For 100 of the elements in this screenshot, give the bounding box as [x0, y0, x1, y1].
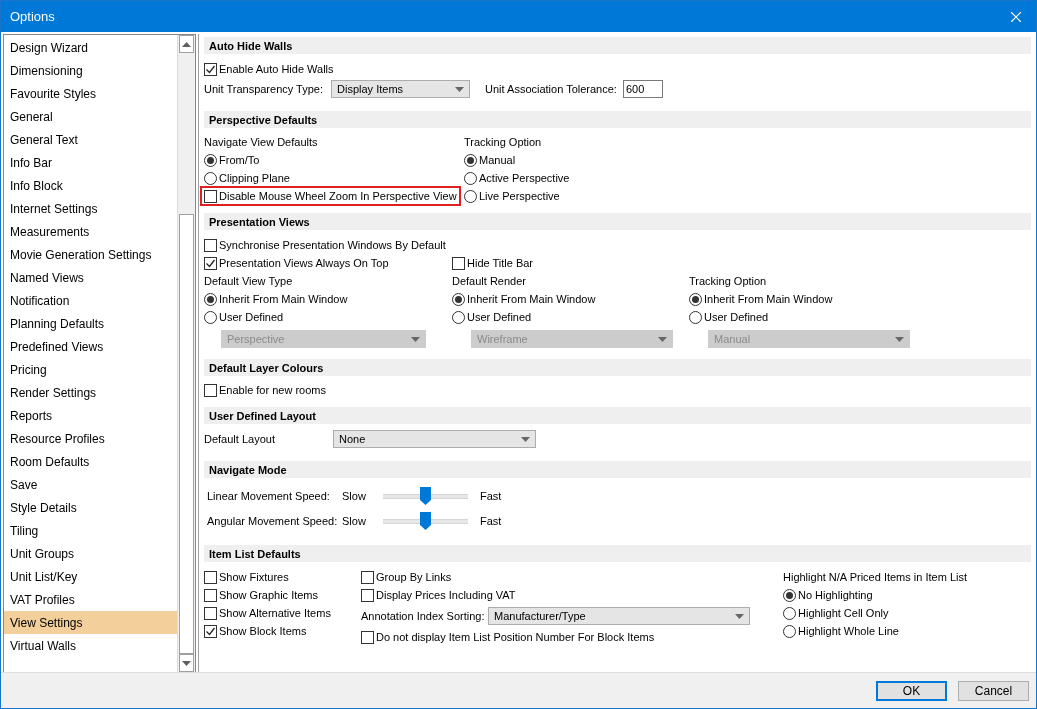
checkbox-label: Disable Mouse Wheel Zoom In Perspective View [219, 190, 457, 202]
slider-label: Linear Movement Speed: [207, 490, 331, 502]
field-label: Unit Association Tolerance: [485, 83, 617, 95]
checkbox[interactable] [204, 588, 217, 602]
section-header: Auto Hide Walls [204, 37, 1031, 54]
category-item[interactable]: Favourite Styles [4, 82, 177, 105]
slider-max-label: Fast [480, 515, 502, 527]
slider-max-label: Fast [480, 490, 502, 502]
cancel-button[interactable]: Cancel [958, 680, 1029, 701]
section-header: Item List Defaults [204, 545, 1031, 562]
group-heading: Navigate View Defaults [204, 136, 318, 148]
category-item[interactable]: Resource Profiles [4, 427, 177, 450]
scroll-down-icon[interactable] [179, 654, 194, 672]
category-item[interactable]: Virtual Walls [4, 634, 177, 657]
radio-label: User Defined [704, 311, 769, 323]
category-item[interactable]: Render Settings [4, 381, 177, 404]
category-item[interactable]: Save [4, 473, 177, 496]
radio-button[interactable] [204, 153, 217, 167]
category-item[interactable]: Unit Groups [4, 542, 177, 565]
scrollbar[interactable] [177, 35, 195, 672]
category-item[interactable]: Unit List/Key [4, 565, 177, 588]
radio-button[interactable] [204, 310, 217, 324]
category-item[interactable]: Predefined Views [4, 335, 177, 358]
category-item[interactable]: VAT Profiles [4, 588, 177, 611]
radio-button[interactable] [204, 171, 217, 185]
caret-icon [658, 336, 667, 342]
checkbox[interactable] [204, 570, 217, 584]
section-header: Navigate Mode [204, 461, 1031, 478]
caret-icon [455, 86, 465, 92]
checkbox[interactable] [204, 62, 217, 76]
caret-icon [895, 336, 904, 342]
category-item[interactable]: Pricing [4, 358, 177, 381]
checkbox[interactable] [204, 189, 217, 203]
caret-icon [735, 613, 744, 619]
category-item[interactable]: Internet Settings [4, 197, 177, 220]
dropdown[interactable]: Display Items [331, 80, 471, 98]
checkbox[interactable] [204, 238, 217, 252]
category-item[interactable]: Room Defaults [4, 450, 177, 473]
radio-button[interactable] [783, 606, 796, 620]
radio-button[interactable] [204, 292, 217, 306]
radio-button[interactable] [689, 310, 702, 324]
caret-icon [521, 436, 530, 442]
radio-button[interactable] [464, 171, 477, 185]
radio-label: Inherit From Main Window [219, 293, 348, 305]
category-item[interactable]: Movie Generation Settings [4, 243, 177, 266]
category-item[interactable]: Planning Defaults [4, 312, 177, 335]
checkbox[interactable] [204, 383, 217, 397]
checkbox[interactable] [361, 630, 374, 644]
field-label: Unit Transparency Type: [204, 83, 324, 95]
category-item[interactable]: Info Bar [4, 151, 177, 174]
category-item[interactable]: Dimensioning [4, 59, 177, 82]
radio-label: User Defined [467, 311, 532, 323]
slider-thumb[interactable] [419, 487, 431, 505]
radio-button[interactable] [464, 189, 477, 203]
checkbox[interactable] [361, 570, 374, 584]
slider-thumb[interactable] [419, 512, 431, 530]
checkbox[interactable] [452, 256, 465, 270]
category-item[interactable]: Measurements [4, 220, 177, 243]
radio-label: No Highlighting [798, 589, 873, 601]
radio-label: Manual [479, 154, 516, 166]
category-item[interactable]: General [4, 105, 177, 128]
radio-button[interactable] [452, 292, 465, 306]
category-item[interactable]: Info Block [4, 174, 177, 197]
section-header: Presentation Views [204, 213, 1031, 230]
slider-min-label: Slow [342, 490, 367, 502]
category-item[interactable]: Design Wizard [4, 36, 177, 59]
radio-button[interactable] [783, 588, 796, 602]
category-item[interactable]: Reports [4, 404, 177, 427]
input-field[interactable]: 600 [622, 80, 663, 98]
radio-button[interactable] [452, 310, 465, 324]
category-item[interactable]: Tiling [4, 519, 177, 542]
category-item[interactable]: View Settings [4, 611, 177, 634]
section-header: Default Layer Colours [204, 359, 1031, 376]
checkbox-label: Synchronise Presentation Windows By Default [219, 239, 446, 251]
group-heading: Tracking Option [689, 275, 767, 287]
checkbox[interactable] [204, 606, 217, 620]
checkbox-label: Show Fixtures [219, 571, 289, 583]
checkbox-label: Group By Links [376, 571, 452, 583]
group-heading: Default Render [452, 275, 526, 287]
radio-button[interactable] [689, 292, 702, 306]
category-item[interactable]: Style Details [4, 496, 177, 519]
scroll-thumb[interactable] [179, 214, 194, 654]
checkbox[interactable] [204, 624, 217, 638]
checkbox-label: Enable for new rooms [219, 384, 326, 396]
category-item[interactable]: Named Views [4, 266, 177, 289]
category-item[interactable]: Notification [4, 289, 177, 312]
checkbox-label: Display Prices Including VAT [376, 589, 516, 601]
radio-button[interactable] [783, 624, 796, 638]
scroll-up-icon[interactable] [179, 35, 194, 53]
dropdown[interactable]: None [333, 430, 536, 448]
ok-button[interactable]: OK [876, 680, 947, 701]
checkbox-label: Presentation Views Always On Top [219, 257, 389, 269]
radio-label: Highlight Cell Only [798, 607, 889, 619]
radio-label: User Defined [219, 311, 284, 323]
radio-label: Inherit From Main Window [467, 293, 596, 305]
dropdown[interactable]: Manufacturer/Type [488, 607, 750, 625]
radio-button[interactable] [464, 153, 477, 167]
checkbox[interactable] [361, 588, 374, 602]
checkbox[interactable] [204, 256, 217, 270]
category-item[interactable]: General Text [4, 128, 177, 151]
